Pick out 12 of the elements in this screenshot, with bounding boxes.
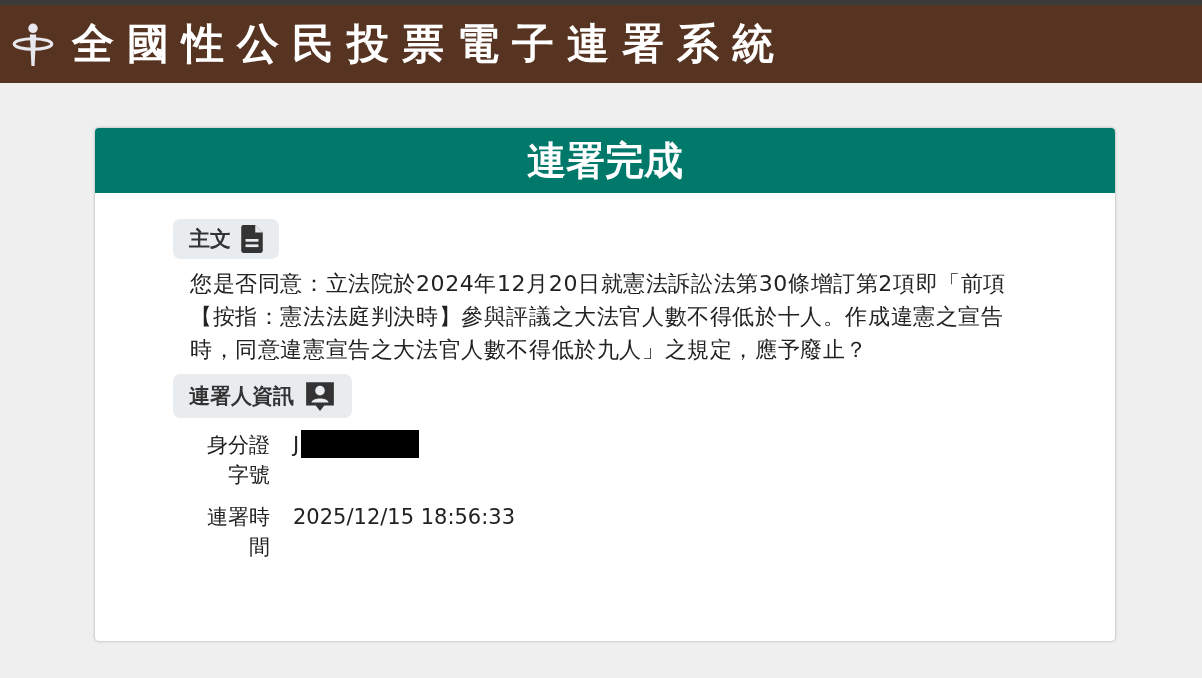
field-value: J xyxy=(293,432,300,459)
site-title: 全國性公民投票電子連署系統 xyxy=(72,18,787,70)
section-title: 主文 xyxy=(189,226,231,253)
field-value: 2025/12/15 18:56:33 xyxy=(293,504,516,531)
person-icon xyxy=(304,380,336,412)
card-title: 連署完成 xyxy=(95,128,1115,193)
logo-icon xyxy=(10,21,56,67)
section-title: 連署人資訊 xyxy=(189,383,294,410)
field-label: 身分證字號 xyxy=(206,432,270,489)
question-text: 您是否同意：立法院於2024年12月20日就憲法訴訟法第30條增訂第2項即「前項【按指：憲法法庭判決時】參與評議之大法官人數不得低於十人。作成違憲之宣告時，同意違憲宣告之大法官人數不得低於九人」之規定，應予廢止？ xyxy=(190,270,1007,364)
field-label: 連署時間 xyxy=(206,504,270,561)
document-icon xyxy=(241,225,263,253)
